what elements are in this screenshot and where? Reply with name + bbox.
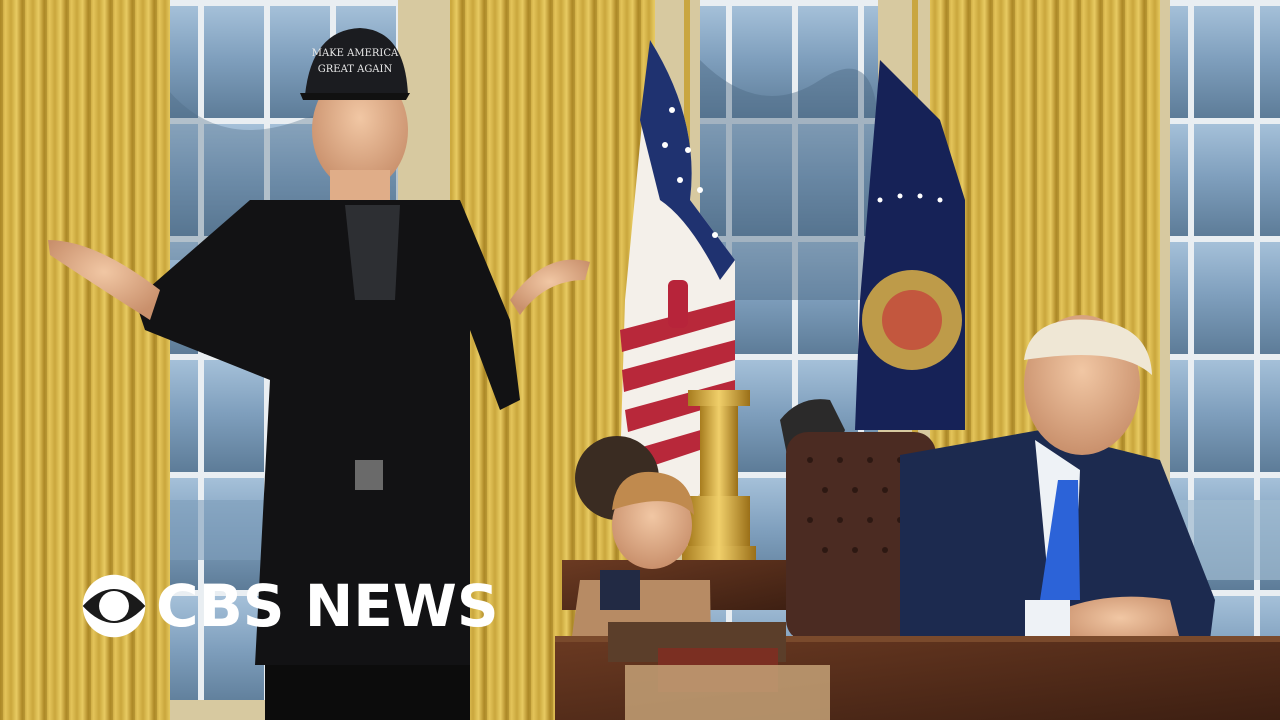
hat-text-line2: GREAT AGAIN — [318, 64, 393, 75]
cbs-news-logo: CBS NEWS — [80, 572, 499, 640]
hat-text-line1: MAKE AMERICA — [312, 48, 399, 59]
photo-scene: MAKE AMERICA GREAT AGAIN CBS NEWS — [0, 0, 1280, 720]
cbs-eye-icon — [82, 574, 146, 638]
cbs-news-wordmark: CBS NEWS — [156, 572, 499, 640]
